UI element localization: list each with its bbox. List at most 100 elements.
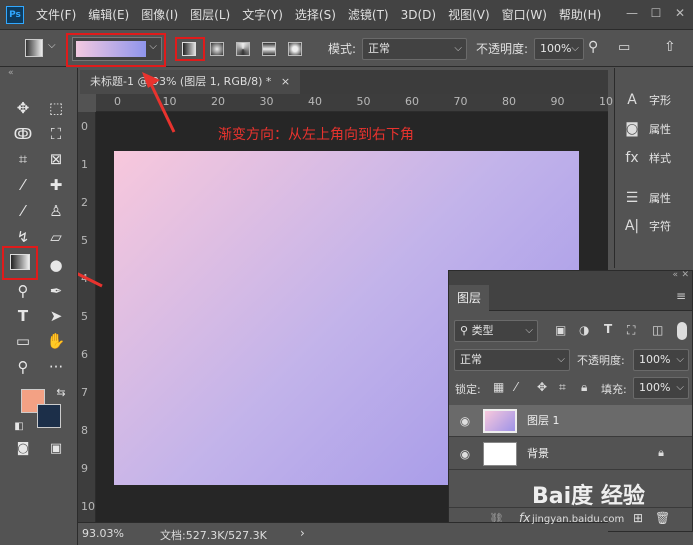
pixel-filter-icon[interactable]: ▣ — [555, 323, 566, 337]
filter-type-dropdown[interactable]: ⚲ 类型 ⌵ — [454, 320, 538, 342]
blend-mode-dropdown[interactable]: 正常 ⌵ — [454, 349, 570, 371]
panel-glyphs[interactable]: A 字形 — [623, 92, 671, 108]
layer-opacity-input[interactable]: 100% ⌵ — [633, 349, 689, 371]
share-icon[interactable]: ⇧ — [664, 39, 676, 55]
radial-gradient-icon[interactable] — [210, 42, 224, 56]
styles-icon: fx — [625, 150, 639, 166]
filter-toggle[interactable] — [677, 322, 687, 340]
diamond-gradient-icon[interactable] — [288, 42, 302, 56]
layer-row[interactable]: ◉ 图层 1 — [449, 405, 692, 437]
history-brush-tool-icon[interactable]: ↯ — [12, 226, 34, 248]
lock-all-icon[interactable]: 🔒︎ — [581, 380, 587, 395]
brush-tool-icon[interactable]: ⁄ — [12, 200, 34, 222]
blur-tool-icon[interactable]: ● — [45, 254, 67, 276]
lock-transparent-icon[interactable]: ▦ — [493, 380, 504, 394]
visibility-eye-icon[interactable]: ◉ — [457, 446, 473, 462]
tab-close-icon[interactable]: × — [281, 75, 290, 88]
layer-row[interactable]: ◉ 背景 🔒︎ — [449, 438, 692, 470]
chevron-down-icon: ⌵ — [525, 325, 533, 336]
ruler-tick-label: 60 — [405, 95, 419, 108]
more-tools-icon[interactable]: ··· — [45, 356, 67, 378]
chevron-down-icon[interactable]: ⌵ — [48, 40, 56, 51]
maximize-icon[interactable]: ☐ — [649, 6, 663, 20]
panel-styles-label: 样式 — [649, 152, 671, 165]
menu-window[interactable]: 窗口(W) — [502, 0, 547, 30]
type-filter-icon[interactable]: T — [604, 322, 612, 336]
quick-mask-icon[interactable]: ◙ — [12, 438, 34, 460]
panel-menu-icon[interactable]: ≡ — [676, 289, 686, 303]
marquee-tool-icon[interactable]: ⬚ — [45, 97, 67, 119]
panel-character[interactable]: A| 字符 — [623, 218, 671, 234]
close-icon[interactable]: ✕ — [673, 6, 687, 20]
menu-image[interactable]: 图像(I) — [141, 0, 178, 30]
status-more-icon[interactable]: › — [300, 526, 305, 540]
shape-tool-icon[interactable]: ▭ — [12, 330, 34, 352]
panel-adjust-properties[interactable]: ☰ 属性 — [623, 190, 671, 206]
stamp-tool-icon[interactable]: ♙ — [45, 200, 67, 222]
fill-value: 100% — [639, 381, 671, 394]
healing-tool-icon[interactable]: ✚ — [45, 174, 67, 196]
panel-adjust-label: 属性 — [649, 192, 671, 205]
menu-help[interactable]: 帮助(H) — [559, 0, 601, 30]
minimize-icon[interactable]: — — [625, 6, 639, 20]
menu-3d[interactable]: 3D(D) — [401, 0, 436, 30]
gradient-tool-icon[interactable] — [10, 254, 30, 270]
crop-tool-icon[interactable]: ⌗ — [12, 148, 34, 170]
shape-filter-icon[interactable]: ⛶ — [627, 323, 635, 338]
lasso-tool-icon[interactable]: ↂ — [12, 123, 34, 145]
collapse-icon[interactable]: « — [8, 68, 14, 78]
gradient-tool-preset-icon[interactable] — [25, 39, 43, 57]
menu-select[interactable]: 选择(S) — [295, 0, 336, 30]
zoom-tool-icon[interactable]: ⚲ — [12, 356, 34, 378]
default-colors-icon[interactable]: ◧ — [8, 416, 30, 438]
eraser-tool-icon[interactable]: ▱ — [45, 226, 67, 248]
quick-select-tool-icon[interactable]: ⛶ — [45, 123, 67, 145]
ruler-tick-label: 20 — [211, 95, 225, 108]
pen-tool-icon[interactable]: ✒ — [45, 280, 67, 302]
adjustment-filter-icon[interactable]: ◑ — [579, 323, 589, 337]
move-tool-icon[interactable]: ✥ — [12, 97, 34, 119]
close-icon[interactable]: ✕ — [681, 270, 689, 280]
path-select-tool-icon[interactable]: ➤ — [45, 305, 67, 327]
workspace-icon[interactable]: ▭ — [618, 40, 630, 55]
layer-thumbnail — [483, 442, 517, 466]
opacity-input[interactable]: 100% ⌵ — [534, 38, 584, 60]
screen-mode-icon[interactable]: ▣ — [45, 438, 67, 460]
lock-artboard-icon[interactable]: ⌗ — [559, 380, 566, 395]
zoom-level[interactable]: 93.03% — [82, 527, 124, 540]
dodge-tool-icon[interactable]: ⚲ — [12, 280, 34, 302]
frame-tool-icon[interactable]: ⊠ — [45, 148, 67, 170]
angle-gradient-icon[interactable] — [236, 42, 250, 56]
swap-colors-icon[interactable]: ⇆ — [50, 382, 72, 404]
menu-edit[interactable]: 编辑(E) — [88, 0, 129, 30]
ruler-tick-label: 8 — [81, 424, 88, 437]
linear-gradient-icon[interactable] — [182, 42, 196, 56]
search-icon: ⚲ — [460, 324, 472, 337]
collapse-icon[interactable]: « — [672, 270, 678, 280]
hand-tool-icon[interactable]: ✋ — [45, 330, 67, 352]
type-tool-icon[interactable]: T — [12, 305, 34, 327]
background-color-swatch[interactable] — [37, 404, 61, 428]
menu-filter[interactable]: 滤镜(T) — [348, 0, 389, 30]
lock-position-icon[interactable]: ✥ — [537, 380, 547, 394]
ruler-tick-label: 7 — [81, 386, 88, 399]
visibility-eye-icon[interactable]: ◉ — [457, 413, 473, 429]
menu-file[interactable]: 文件(F) — [36, 0, 76, 30]
new-layer-icon[interactable]: ⊞ — [633, 511, 643, 525]
search-icon[interactable]: ⚲ — [588, 39, 598, 55]
annotation-arrow-top — [142, 72, 176, 133]
smart-filter-icon[interactable]: ◫ — [652, 323, 663, 337]
menu-view[interactable]: 视图(V) — [448, 0, 490, 30]
mode-dropdown[interactable]: 正常 ⌵ — [362, 38, 467, 60]
menu-type[interactable]: 文字(Y) — [242, 0, 283, 30]
tab-layers[interactable]: 图层 — [449, 285, 489, 311]
panel-properties[interactable]: ◙ 属性 — [623, 121, 671, 137]
lock-brush-icon[interactable]: ⁄ — [515, 380, 517, 394]
reflected-gradient-icon[interactable] — [262, 42, 276, 56]
document-tab[interactable]: 未标题-1 @ 93% (图层 1, RGB/8) * × — [80, 70, 301, 94]
fill-input[interactable]: 100% ⌵ — [633, 377, 689, 399]
eyedropper-tool-icon[interactable]: ⁄ — [12, 174, 34, 196]
panel-styles[interactable]: fx 样式 — [623, 150, 671, 166]
delete-layer-icon[interactable]: 🗑︎ — [655, 511, 670, 525]
menu-layer[interactable]: 图层(L) — [190, 0, 230, 30]
